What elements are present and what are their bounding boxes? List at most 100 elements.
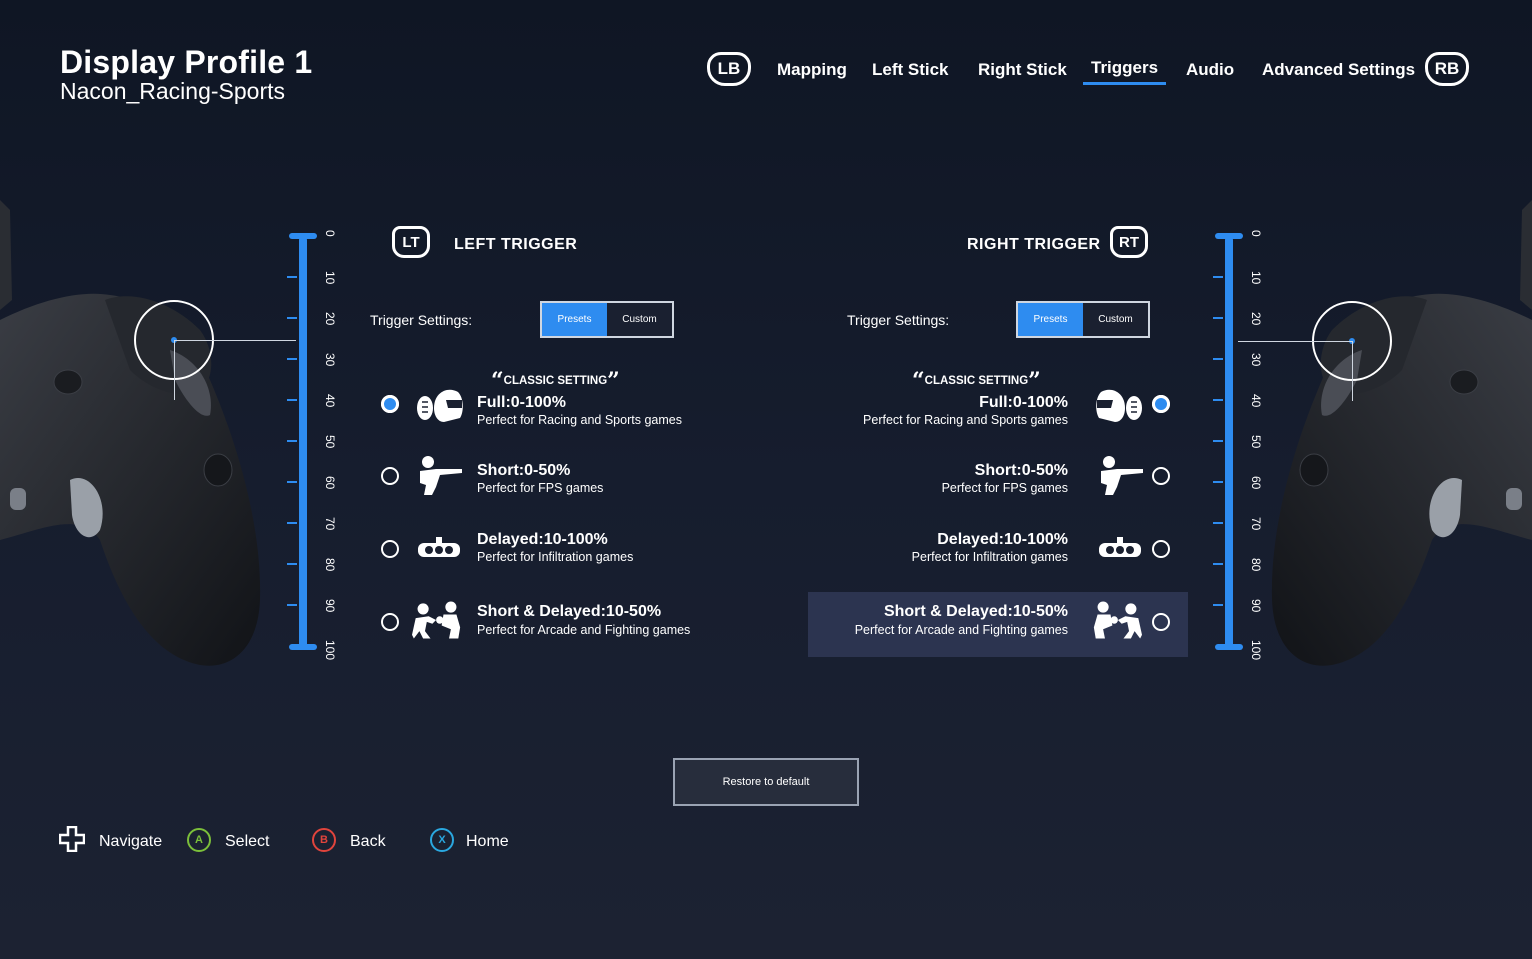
left-option-delayed-title: Delayed:10-100%	[477, 531, 608, 548]
scale-tick-label: 10	[1249, 271, 1263, 285]
left-option-delayed-radio[interactable]	[381, 540, 399, 558]
right-trigger-title: RIGHT TRIGGER	[967, 236, 1101, 253]
left-option-full-desc: Perfect for Racing and Sports games	[477, 413, 682, 427]
scale-tick	[1213, 276, 1223, 278]
tab-advanced-settings[interactable]: Advanced Settings	[1262, 60, 1415, 80]
fighters-icon	[412, 601, 461, 639]
left-trigger-pointer	[174, 340, 175, 400]
scale-tick	[1213, 563, 1223, 565]
scale-tick-label: 100	[323, 640, 337, 661]
left-option-delayed-desc: Perfect for Infiltration games	[477, 550, 634, 564]
tab-mapping[interactable]: Mapping	[777, 60, 847, 80]
left-trigger-settings-label: Trigger Settings:	[370, 312, 473, 328]
soldier-rifle-icon	[1101, 456, 1143, 495]
scale-tick	[1213, 604, 1223, 606]
left-trigger-connector	[174, 340, 296, 341]
scale-tick-label: 60	[323, 476, 337, 490]
helmet-football-icon	[417, 389, 463, 422]
page-title: Display Profile 1	[60, 44, 313, 80]
left-option-short-radio[interactable]	[381, 467, 399, 485]
right-option-short-radio[interactable]	[1152, 467, 1170, 485]
left-option-short-desc: Perfect for FPS games	[477, 481, 604, 495]
scale-tick-label: 40	[1249, 394, 1263, 408]
right-controller-image	[1262, 200, 1532, 670]
rt-badge-icon: RT	[1110, 226, 1148, 258]
right-option-delayed-title: Delayed:10-100%	[937, 531, 1068, 548]
scale-tick-label: 10	[323, 271, 337, 285]
left-option-short-delayed-radio[interactable]	[381, 613, 399, 631]
scale-tick	[287, 563, 297, 565]
left-classic-setting-label: “CLASSIC SETTING”	[491, 368, 620, 394]
lt-badge-icon: LT	[392, 226, 430, 258]
left-option-short-title: Short:0-50%	[477, 462, 571, 479]
tab-audio[interactable]: Audio	[1186, 60, 1234, 80]
scale-tick-label: 0	[323, 230, 337, 237]
scale-tick-label: 50	[323, 435, 337, 449]
scale-tick-label: 0	[1249, 230, 1263, 237]
scale-tick-label: 70	[1249, 517, 1263, 531]
left-option-full-radio[interactable]	[381, 395, 399, 413]
hint-back[interactable]: Back	[350, 833, 386, 851]
hint-home[interactable]: Home	[466, 833, 509, 851]
left-controller-image	[0, 200, 270, 670]
scale-tick-label: 90	[323, 599, 337, 613]
lb-bumper-button[interactable]: LB	[707, 52, 751, 86]
profile-subtitle: Nacon_Racing-Sports	[60, 78, 286, 104]
right-trigger-mode-toggle: Presets Custom	[1016, 301, 1150, 338]
left-trigger-mode-toggle: Presets Custom	[540, 301, 674, 338]
scale-tick	[287, 358, 297, 360]
scale-tick-label: 30	[323, 353, 337, 367]
scale-tick-label: 50	[1249, 435, 1263, 449]
dpad-icon	[59, 826, 85, 852]
scale-tick	[287, 522, 297, 524]
tab-left-stick[interactable]: Left Stick	[872, 60, 949, 80]
night-vision-goggles-icon	[418, 537, 460, 557]
tab-right-stick[interactable]: Right Stick	[978, 60, 1067, 80]
x-button-icon: X	[430, 828, 454, 852]
scale-tick	[1213, 481, 1223, 483]
right-presets-tab[interactable]: Presets	[1018, 303, 1083, 336]
scale-tick	[1213, 440, 1223, 442]
left-option-full-title: Full:0-100%	[477, 394, 566, 411]
scale-tick-label: 90	[1249, 599, 1263, 613]
a-button-icon: A	[187, 828, 211, 852]
right-option-delayed-radio[interactable]	[1152, 540, 1170, 558]
scale-tick	[1213, 522, 1223, 524]
scale-tick-label: 70	[323, 517, 337, 531]
scale-tick	[1213, 358, 1223, 360]
right-trigger-settings-label: Trigger Settings:	[847, 312, 950, 328]
tab-triggers[interactable]: Triggers	[1082, 58, 1167, 85]
scale-tick	[287, 604, 297, 606]
left-custom-tab[interactable]: Custom	[607, 303, 672, 336]
restore-default-button[interactable]: Restore to default	[673, 758, 859, 806]
scale-tick	[287, 276, 297, 278]
scale-tick-label: 20	[323, 312, 337, 326]
right-option-delayed-desc: Perfect for Infiltration games	[911, 550, 1068, 564]
left-presets-tab[interactable]: Presets	[542, 303, 607, 336]
scale-tick-label: 60	[1249, 476, 1263, 490]
right-option-short-delayed-radio[interactable]	[1152, 613, 1170, 631]
right-option-short-desc: Perfect for FPS games	[941, 481, 1068, 495]
hint-navigate: Navigate	[99, 833, 163, 850]
hint-select[interactable]: Select	[225, 833, 269, 851]
soldier-rifle-icon	[420, 456, 462, 495]
scale-tick	[1213, 317, 1223, 319]
helmet-football-icon	[1096, 389, 1142, 422]
right-option-short-delayed-title: Short & Delayed:10-50%	[883, 603, 1068, 620]
scale-tick-label: 80	[323, 558, 337, 572]
left-option-short-delayed-title: Short & Delayed:10-50%	[477, 603, 662, 620]
scale-tick	[287, 317, 297, 319]
scale-tick-label: 40	[323, 394, 337, 408]
scale-tick-label: 80	[1249, 558, 1263, 572]
right-option-full-radio[interactable]	[1152, 395, 1170, 413]
rb-bumper-button[interactable]: RB	[1425, 52, 1469, 86]
right-trigger-pointer	[1352, 341, 1353, 401]
scale-tick-label: 100	[1249, 640, 1263, 661]
scale-tick	[1213, 399, 1223, 401]
right-custom-tab[interactable]: Custom	[1083, 303, 1148, 336]
fighters-icon	[1093, 601, 1142, 639]
right-option-short-delayed-desc: Perfect for Arcade and Fighting games	[854, 623, 1068, 637]
scale-tick-label: 20	[1249, 312, 1263, 326]
scale-tick	[287, 399, 297, 401]
night-vision-goggles-icon	[1099, 537, 1141, 557]
